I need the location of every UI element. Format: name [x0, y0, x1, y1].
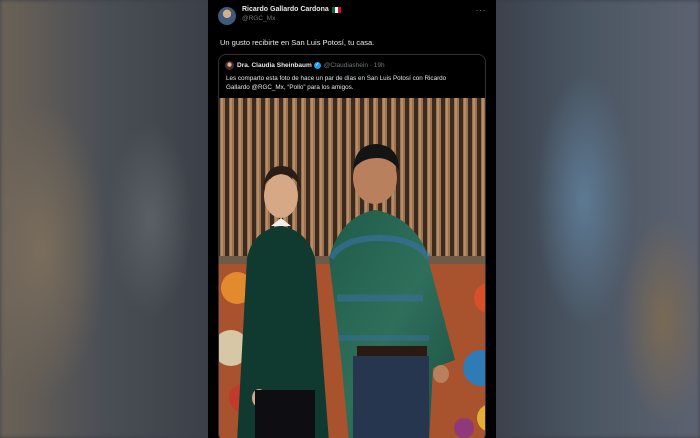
tweet-header: Ricardo Gallardo Cardona @RGC_Mx ··· [218, 6, 486, 32]
quoted-author-avatar[interactable] [225, 60, 234, 70]
blurred-background-right [494, 0, 700, 438]
author-name[interactable]: Ricardo Gallardo Cardona [242, 6, 329, 13]
quoted-tweet-text: Les comparto esta foto de hace un par de… [219, 69, 485, 92]
tweet-text: Un gusto recibirte en San Luis Potosí, t… [220, 38, 375, 47]
quoted-author-name[interactable]: Dra. Claudia Sheinbaum [237, 62, 312, 69]
more-options-icon[interactable]: ··· [476, 6, 487, 15]
author-names: Ricardo Gallardo Cardona @RGC_Mx [242, 6, 341, 23]
author-name-row: Ricardo Gallardo Cardona [242, 6, 341, 13]
quoted-tweet[interactable]: Dra. Claudia Sheinbaum ✓ @Claudiashein ·… [218, 54, 486, 438]
verified-badge-icon: ✓ [313, 61, 321, 69]
tweet-card: Ricardo Gallardo Cardona @RGC_Mx ··· Un … [208, 0, 496, 438]
author-handle[interactable]: @RGC_Mx [242, 15, 341, 23]
quoted-tweet-header: Dra. Claudia Sheinbaum ✓ @Claudiashein ·… [219, 55, 485, 70]
mexico-flag-icon [331, 6, 341, 13]
quoted-tweet-text-line-1: Les comparto esta foto de hace un par de… [226, 75, 447, 82]
blurred-background-left [0, 0, 210, 438]
quoted-tweet-text-line-2: Gallardo @RGC_Mx, “Pollo” para los amigo… [226, 84, 354, 91]
photo-illustration [219, 98, 485, 438]
author-avatar[interactable] [218, 7, 236, 25]
quoted-tweet-photo[interactable] [219, 98, 485, 438]
quoted-author-handle[interactable]: @Claudiashein · 19h [324, 62, 385, 69]
